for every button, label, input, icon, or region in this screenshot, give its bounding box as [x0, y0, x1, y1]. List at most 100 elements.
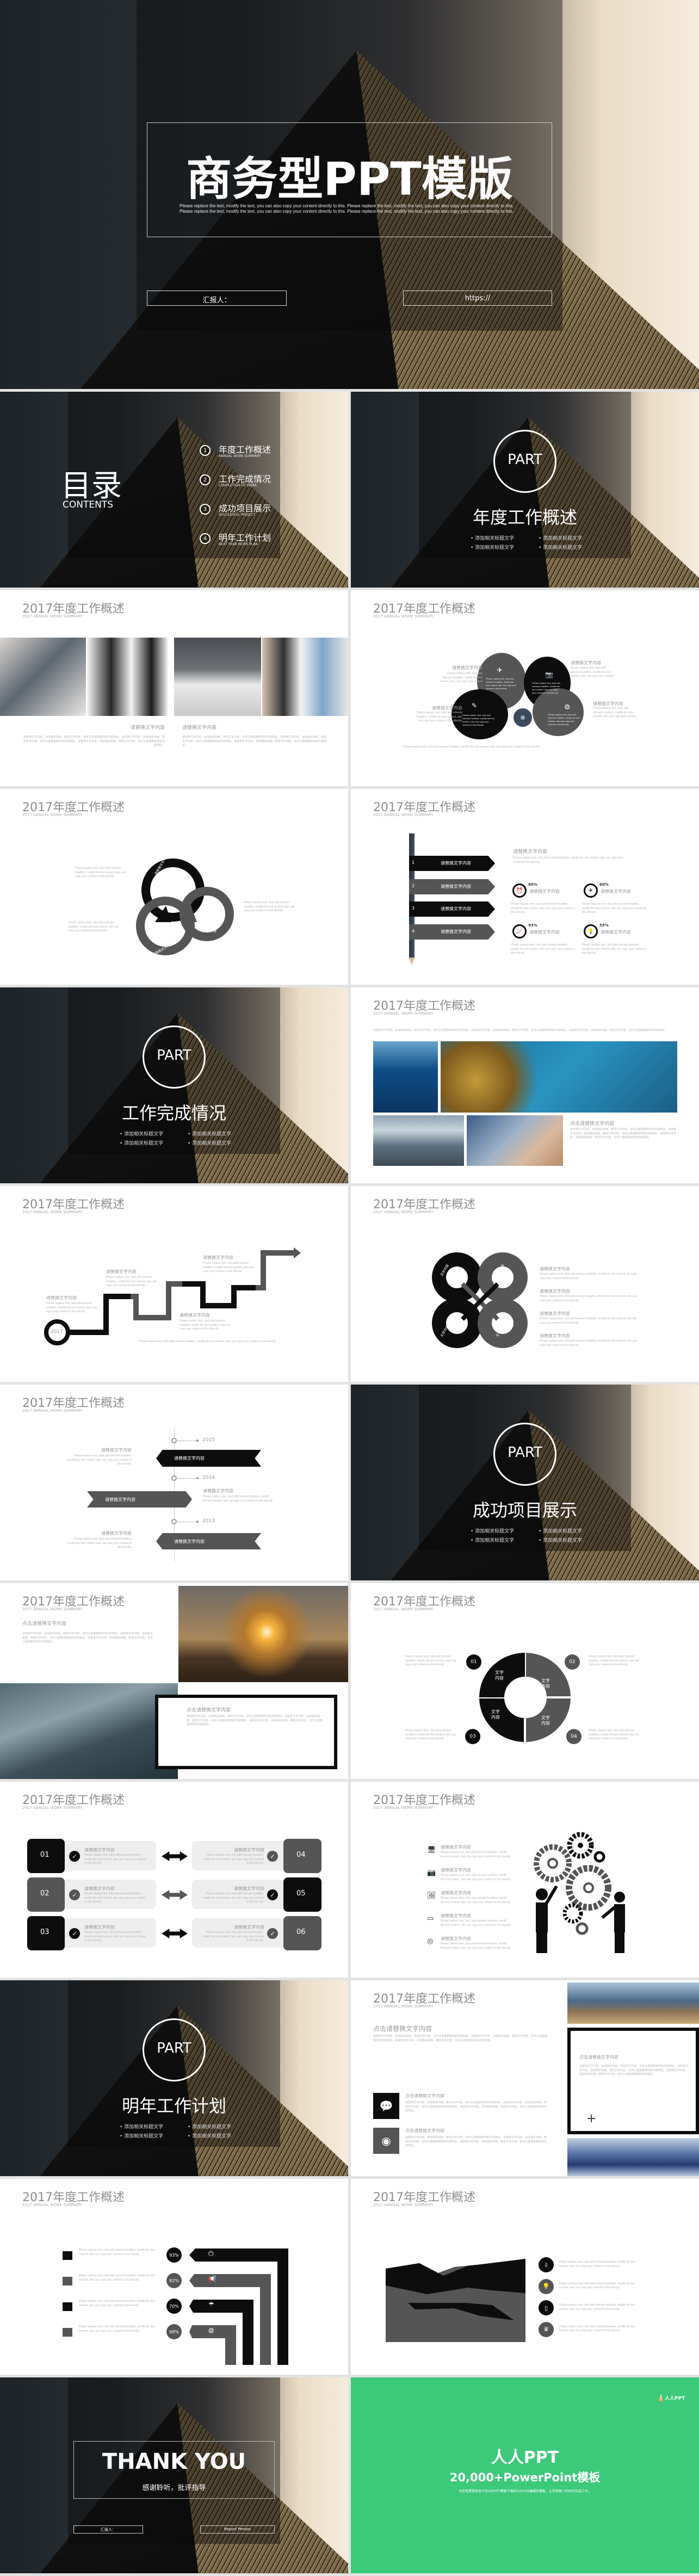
step-number: 03 [469, 1734, 476, 1739]
slide-20[interactable]: 2017年度工作概述 2017 ANNUAL WORK SUMMARY Please… [0, 2179, 348, 2375]
body-text: 请替换文字内容，添加相关标题，修改文字内容，也可以直接复制你的内容到此。请替换文… [373, 2035, 547, 2042]
body-text: Please replace text, click add relevant … [79, 2274, 155, 2282]
slide-8[interactable]: PART 工作完成情况 • 添加相关标题文字 • 添加相关标题文字 • 添加相关标题文字… [0, 987, 348, 1183]
list-number: 02 [40, 1889, 50, 1898]
slide-12[interactable]: 2017年度工作概述 2017 ANNUAL WORK SUMMARY 2015 20… [0, 1385, 348, 1580]
slide-subtitle: 2017 ANNUAL WORK SUMMARY [22, 2203, 83, 2207]
slide-15[interactable]: 2017年度工作概述 2017 ANNUAL WORK SUMMARY 文字内容文… [351, 1583, 699, 1779]
pencil-tip [409, 957, 415, 965]
stair-arrow-vertical [260, 2274, 271, 2365]
slide-21[interactable]: 2017年度工作概述 2017 ANNUAL WORK SUMMARY ⇩ Plea… [351, 2179, 699, 2375]
slide-17[interactable]: 2017年度工作概述 2017 ANNUAL WORK SUMMARY 🖥 请替换文字… [351, 1782, 699, 1978]
photo-reef [441, 1041, 677, 1113]
item-subtitle: NEXT YEAR WORK PLAN [219, 542, 258, 546]
slide-3[interactable]: PART 年度工作概述 • 添加相关标题文字 • 添加相关标题文字 • 添加相关标题文字… [351, 392, 699, 588]
body-text: 请替换文字内容，添加相关标题，修改文字内容，也可以直接复制你的内容到此。请替换文… [405, 2101, 547, 2112]
contents-item[interactable]: 2 工作完成情况 COMPLETION OF WORK [199, 473, 292, 492]
slide-22[interactable]: THANK YOU 感谢聆听，批评指导汇报人： Report Person [0, 2377, 348, 2573]
body-text: 请替换文字内容，添加相关标题，修改文字内容，也可以直接复制你的内容到此。请替换文… [182, 736, 326, 747]
path-segment-gray [256, 1250, 294, 1290]
slide-11[interactable]: 2017年度工作概述 2017 ANNUAL WORK SUMMARY 文字内容文… [351, 1186, 699, 1382]
slide-4[interactable]: 2017年度工作概述 2017 ANNUAL WORK SUMMARY 请替换文字内… [0, 590, 348, 786]
text-heading: 请替换文字内容 [452, 665, 483, 670]
list-number: 04 [296, 1851, 306, 1859]
gear-large-hub [547, 1858, 558, 1869]
slide-19[interactable]: 2017年度工作概述 2017 ANNUAL WORK SUMMARY 点击请替换文… [351, 1980, 699, 2176]
logo-text: 人人PPT [665, 2396, 685, 2401]
pencil-body [409, 833, 415, 959]
contents-item[interactable]: 4 明年工作计划 NEXT YEAR WORK PLAN [199, 532, 292, 551]
bullet-text: 添加相关标题文字 [192, 1132, 232, 1137]
text-heading: 请替换文字内容 [540, 1267, 570, 1271]
text-heading: 请替换文字内容 [84, 1886, 115, 1891]
percent-value: 82% [169, 2278, 179, 2283]
slide-9[interactable]: 2017年度工作概述 2017 ANNUAL WORK SUMMARY 请替换文字内… [351, 987, 699, 1183]
bullet-text: 添加相关标题文字 [543, 536, 583, 541]
percent-value: 55% [599, 923, 609, 928]
slide-16[interactable]: 2017年度工作概述 2017 ANNUAL WORK SUMMARY 01 ✓ 请替换… [0, 1782, 348, 1978]
body-text: 请替换文字内容，添加相关标题，修改文字内容，也可以直接复制你的内容到此。请替换文… [23, 736, 165, 747]
body-text: Please replace text, click add relevant … [589, 1655, 640, 1666]
check-icon: ✓ [267, 1889, 278, 1900]
thanks-title: THANK YOU [102, 2449, 246, 2474]
text-heading: 请替换文字内容 [131, 725, 165, 731]
slide-6[interactable]: 2017年度工作概述 2017 ANNUAL WORK SUMMARY Pleas… [0, 789, 348, 985]
bullet-text: 添加相关标题文字 [192, 1141, 232, 1146]
banner-black: 请替换文字内容 [156, 1450, 261, 1467]
body-text: Please replace text, click add relevant … [559, 2303, 635, 2311]
brand-logo[interactable]: 人人PPT [659, 2394, 691, 2402]
text-heading: 点击请替换文字内容 [22, 1621, 67, 1627]
check-icon: ✓ [69, 1851, 80, 1862]
reporter-field[interactable]: 汇报人： [147, 291, 287, 306]
step-number: 02 [569, 1659, 576, 1665]
bullet-text: 添加相关标题文字 [543, 545, 583, 551]
chart-icon: 📈 [512, 924, 527, 938]
step-number: 04 [571, 1734, 577, 1739]
person-left-legs [536, 1932, 547, 1953]
item-number: 2 [203, 477, 207, 483]
slide-5[interactable]: 2017年度工作概述 2017 ANNUAL WORK SUMMARY ✈ 📷 ✎ ⚙ P… [351, 590, 699, 786]
part-title: 成功项目展示 [472, 1500, 577, 1521]
bullet-item: • 添加相关标题文字 [539, 536, 583, 541]
contents-title: 目录 [61, 468, 122, 504]
slide-10[interactable]: 2017年度工作概述 2017 ANNUAL WORK SUMMARY 2017 请… [0, 1186, 348, 1382]
check-icon: ✓ [69, 1889, 80, 1900]
reporter-label: 汇报人： [101, 2528, 116, 2532]
timeline-year: 2014 [202, 1475, 215, 1480]
contents-item[interactable]: 1 年度工作概述 ANNUAL WORK SUMMARY [199, 443, 292, 463]
banner-label: 请替换文字内容 [105, 1497, 135, 1502]
body-text: Please replace text, click add relevant … [582, 943, 647, 955]
slide-18[interactable]: PART 明年工作计划 • 添加相关标题文字 • 添加相关标题文字 • 添加相关标题文字… [0, 1980, 348, 2176]
slide-14[interactable]: 2017年度工作概述 2017 ANNUAL WORK SUMMARY 点击请替换文… [0, 1583, 348, 1779]
step-arrow: 2 请替换文字内容 [409, 879, 495, 894]
contents-item[interactable]: 3 成功项目展示 SUCCESSFUL PROJECT [199, 502, 292, 522]
mountain-dark-top [386, 2259, 525, 2294]
slide-7[interactable]: 2017年度工作概述 2017 ANNUAL WORK SUMMARY 1 请替换文字… [351, 789, 699, 985]
step-number-badge: 02 [565, 1654, 580, 1670]
url-field[interactable]: https:// [403, 291, 552, 306]
body-text: Please replace text, click add relevant … [540, 1317, 637, 1325]
text-heading: 点击请替换文字内容 [373, 2025, 432, 2033]
thanks-subtitle: 感谢聆听，批评指导 [142, 2484, 206, 2492]
slide-13[interactable]: PART 成功项目展示 • 添加相关标题文字 • 添加相关标题文字 • 添加相关标题文字… [351, 1385, 699, 1580]
timeline-dot [196, 1521, 199, 1523]
body-text: Please replace text, click add relevant … [403, 745, 541, 749]
slide-23[interactable]: 人人PPT 人人PPT 20,000+PowerPoint模板 为您免费提供各行各业的… [351, 2377, 699, 2573]
item-title: 工作完成情况 [219, 474, 271, 484]
text-heading: 请替换文字内容 [571, 660, 601, 665]
percent-value: 93% [528, 923, 537, 928]
body-text: Please replace text, click add relevant … [511, 903, 576, 914]
bullet-item: • 添加相关标题文字 [539, 545, 583, 551]
text-heading: 请替换文字内容 [203, 1255, 233, 1260]
timeline-node [171, 1475, 177, 1481]
item-subtitle: COMPLETION OF WORK [219, 484, 257, 487]
reporter-button[interactable]: 汇报人： [73, 2525, 143, 2534]
body-text: Please replace text, click add relevant … [139, 1340, 276, 1343]
text-heading: 文字内容 [491, 1709, 500, 1720]
body-text: Please replace text, click add relevant … [559, 2282, 635, 2290]
cover-slide: 商务型PPT模版 Please replace the text, modify… [0, 0, 699, 389]
part-title: 年度工作概述 [472, 507, 577, 528]
slide-2[interactable]: 目录 CONTENTS 1 年度工作概述 ANNUAL WORK SUMMARY 2 工作完… [0, 392, 348, 588]
report-person-button[interactable]: Report Person [200, 2525, 275, 2534]
ring-diagram [136, 858, 234, 955]
